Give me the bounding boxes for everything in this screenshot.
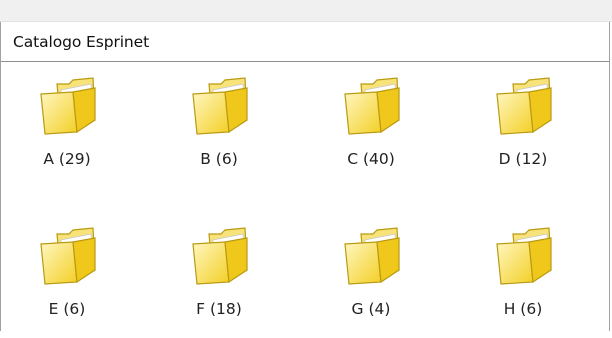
- folder-item-a[interactable]: A (29): [7, 76, 127, 188]
- folder-item-h[interactable]: H (6): [463, 226, 583, 338]
- folder-icon: [344, 227, 400, 285]
- catalog-panel: Catalogo Esprinet A (29) B (6) C (40) D …: [0, 22, 610, 331]
- catalog-title: Catalogo Esprinet: [13, 33, 150, 51]
- folder-item-c[interactable]: C (40): [311, 76, 431, 188]
- folder-icon: [192, 77, 248, 135]
- folder-icon: [40, 77, 96, 135]
- folder-icon: [40, 227, 96, 285]
- folder-item-b[interactable]: B (6): [159, 76, 279, 188]
- folder-label: G (4): [351, 300, 391, 318]
- folder-label: D (12): [498, 150, 548, 168]
- folder-item-e[interactable]: E (6): [7, 226, 127, 338]
- folder-label: E (6): [48, 300, 86, 318]
- folder-icon: [496, 77, 552, 135]
- folder-icon: [496, 227, 552, 285]
- folder-label: H (6): [503, 300, 543, 318]
- folder-item-f[interactable]: F (18): [159, 226, 279, 338]
- folder-label: A (29): [43, 150, 91, 168]
- folder-icon: [192, 227, 248, 285]
- folder-item-g[interactable]: G (4): [311, 226, 431, 338]
- catalog-header: Catalogo Esprinet: [1, 22, 609, 62]
- folder-label: C (40): [347, 150, 395, 168]
- folder-icon: [344, 77, 400, 135]
- folder-item-d[interactable]: D (12): [463, 76, 583, 188]
- folder-label: B (6): [200, 150, 238, 168]
- folder-label: F (18): [196, 300, 242, 318]
- top-toolbar-strip: [0, 0, 612, 22]
